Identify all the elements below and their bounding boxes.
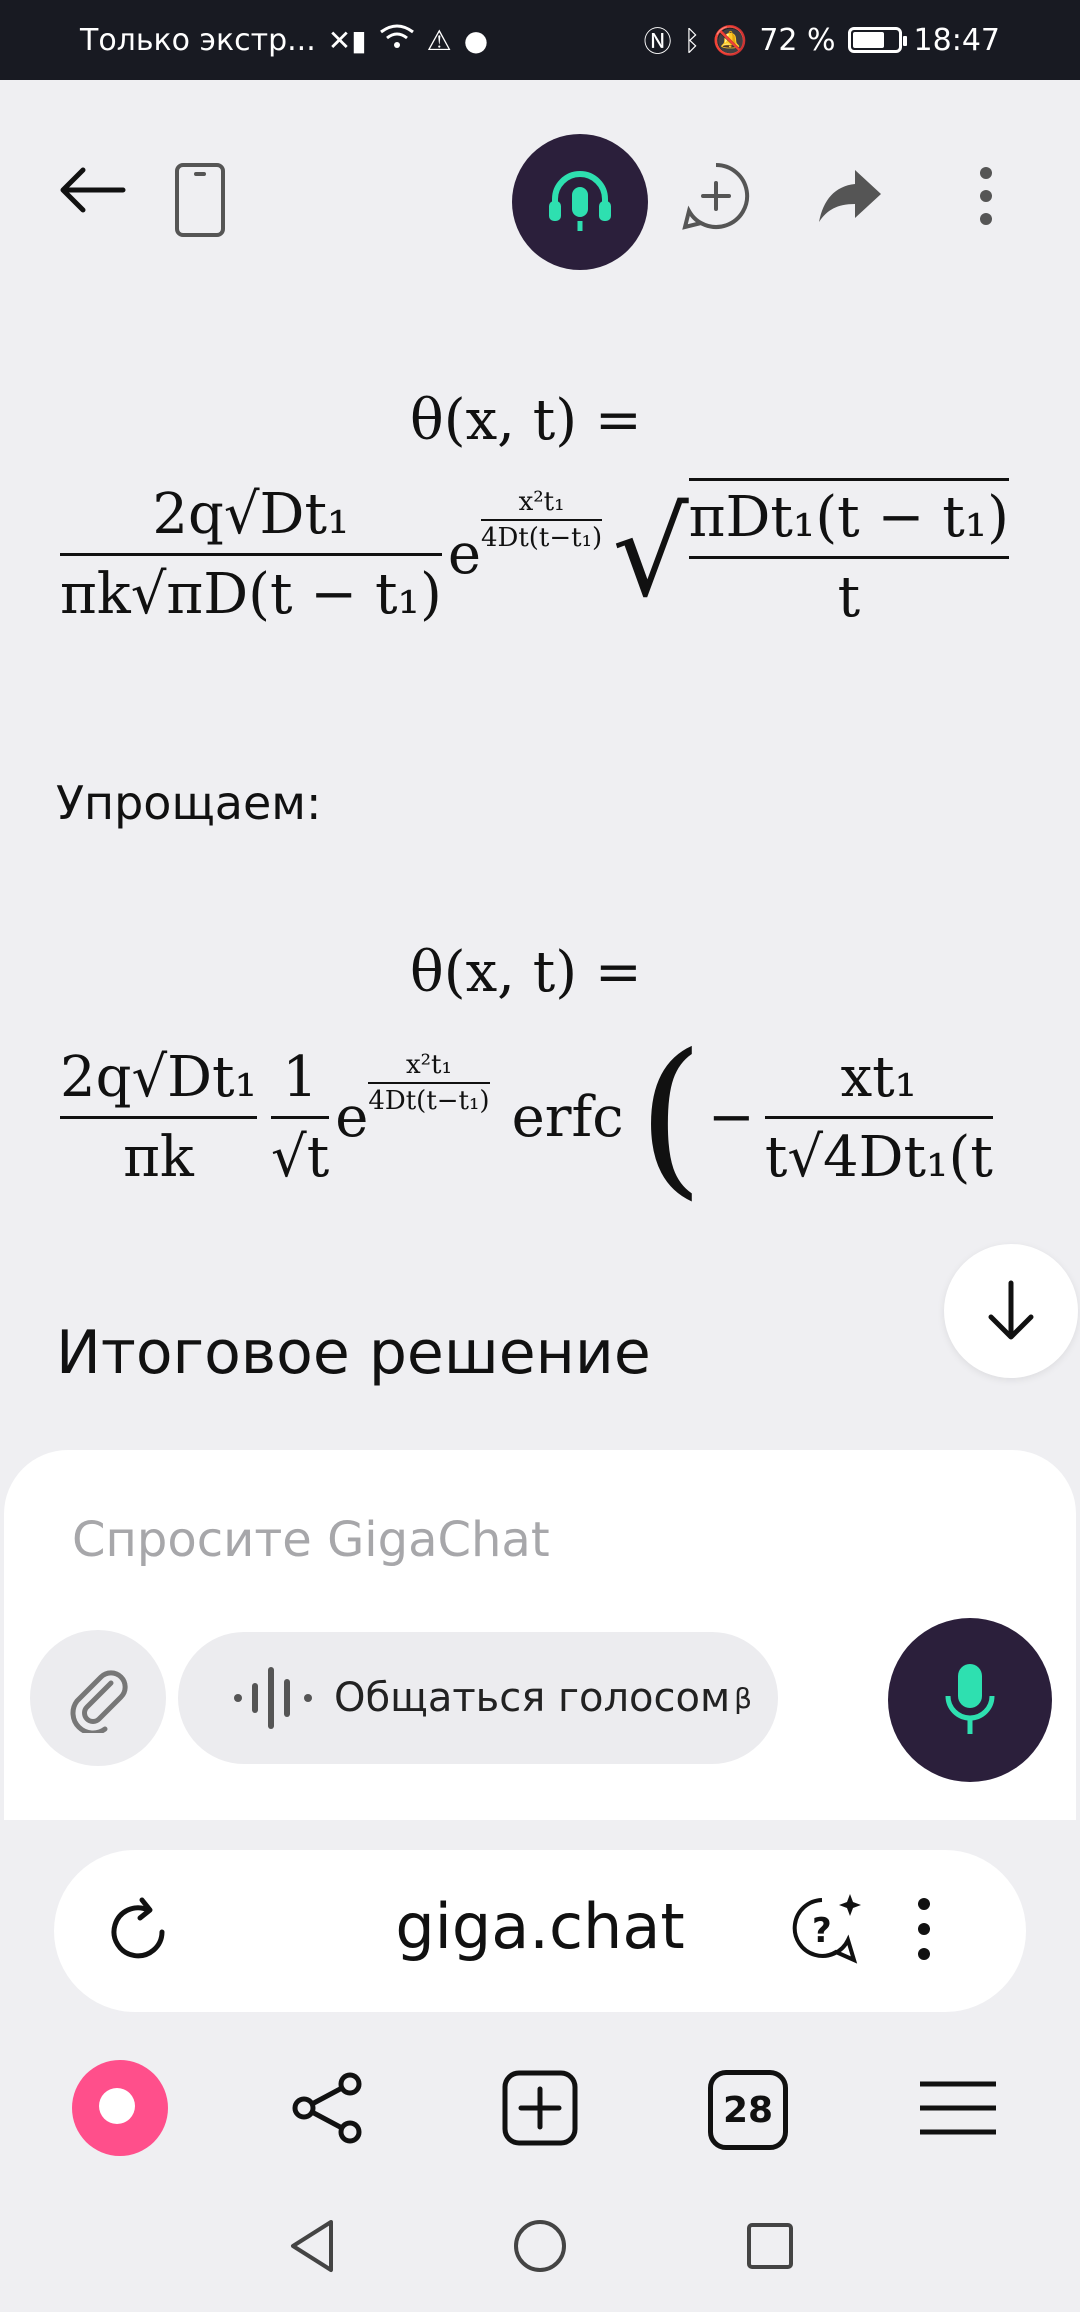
eq1-exponent-numerator: x²t₁: [518, 487, 565, 517]
eq2-denominator-2: √t: [271, 1124, 330, 1190]
new-chat-icon: [682, 162, 750, 230]
final-solution-heading: Итоговое решение: [56, 1318, 651, 1388]
eq2-numerator-3: xt₁: [840, 1044, 918, 1110]
mute-icon: 🔕: [712, 23, 748, 57]
nfc-icon: Ⓝ: [643, 25, 672, 58]
simplify-label: Упрощаем:: [56, 776, 322, 830]
status-bar: Только экстр... ✕▮ ⚠ ● Ⓝ ᛒ 🔕 72 % 18:47: [0, 0, 1080, 80]
system-navigation-bar: [0, 2180, 1080, 2312]
share-nodes-icon: [292, 2072, 362, 2144]
beta-badge: β: [734, 1681, 753, 1715]
eq2-fraction-2: 1 √t: [271, 1044, 330, 1190]
eq1-sqrt-fraction: πDt₁(t − t₁) t: [688, 478, 1009, 630]
ai-help-button[interactable]: ?: [788, 1890, 866, 1968]
device-button[interactable]: [170, 160, 230, 240]
square-recents-icon: [747, 2223, 793, 2269]
eq2-numerator-1: 2q√Dt₁: [60, 1044, 258, 1110]
eq2-exponent: x²t₁ 4Dt(t−t₁): [368, 1050, 490, 1116]
share-icon: [819, 170, 881, 222]
eq2-minus: −: [707, 1084, 755, 1150]
carrier-text: Только экстр...: [80, 22, 316, 58]
eq2-exponent-numerator: x²t₁: [405, 1050, 452, 1080]
hamburger-menu-icon: [920, 2081, 996, 2135]
alice-icon: [99, 2088, 135, 2124]
eq2-exponent-denominator: 4Dt(t−t₁): [368, 1086, 490, 1116]
headset-mic-icon: [549, 171, 611, 231]
equation-1-lhs: θ(x, t) =: [410, 388, 642, 453]
warning-icon: ⚠: [426, 23, 452, 57]
system-back-button[interactable]: [282, 2216, 342, 2276]
back-arrow-icon: [60, 167, 126, 213]
eq2-fraction-3: xt₁ t√4Dt₁(t: [764, 1044, 993, 1190]
signal-icon: ✕▮: [327, 23, 367, 57]
voice-chat-button[interactable]: Общаться голосом β: [178, 1632, 778, 1764]
paperclip-icon: [70, 1670, 128, 1733]
question-sparkle-icon: ?: [792, 1894, 861, 1964]
share-page-button[interactable]: [288, 2068, 368, 2148]
eq1-exponent-denominator: 4Dt(t−t₁): [480, 523, 603, 553]
chat-input[interactable]: Спросите GigaChat: [72, 1512, 550, 1568]
more-options-button[interactable]: [954, 160, 1018, 232]
system-home-button[interactable]: [510, 2216, 570, 2276]
chat-input-card: Спросите GigaChat Общаться голосом β: [4, 1450, 1076, 1820]
eq1-sqrt-numerator: πDt₁(t − t₁): [688, 485, 1009, 550]
eq1-exponential: e: [447, 521, 481, 587]
bluetooth-icon: ᛒ: [683, 23, 701, 57]
eq2-denominator-1: πk: [123, 1124, 194, 1190]
eq1-numerator-1: 2q√Dt₁: [152, 481, 350, 547]
alice-assistant-button[interactable]: [72, 2060, 168, 2156]
browser-address-bar: giga.chat ?: [54, 1850, 1026, 2012]
eq2-exponential: e: [335, 1084, 369, 1150]
eq2-fraction-1: 2q√Dt₁ πk: [60, 1044, 258, 1190]
plus-square-icon: [502, 2070, 578, 2146]
url-text[interactable]: giga.chat: [54, 1890, 1026, 1963]
back-button[interactable]: [52, 150, 132, 230]
clock: 18:47: [913, 22, 1000, 58]
waveform-icon: [234, 1667, 312, 1729]
eq1-fraction-1: 2q√Dt₁ πk√πD(t − t₁): [60, 482, 442, 627]
new-tab-button[interactable]: [500, 2068, 580, 2148]
equation-2-lhs: θ(x, t) =: [410, 940, 642, 1005]
voice-mode-button[interactable]: [512, 134, 648, 270]
more-vertical-icon: [980, 167, 992, 225]
device-icon: [175, 163, 225, 237]
voice-chat-label: Общаться голосом: [334, 1675, 731, 1721]
eq1-sqrt-sign: √: [612, 484, 689, 624]
arrow-down-icon: [988, 1280, 1034, 1340]
eq2-erfc: erfc: [511, 1084, 624, 1150]
battery-fill: [852, 32, 885, 48]
svg-text:?: ?: [812, 1911, 832, 1951]
wifi-icon: [379, 23, 415, 58]
browser-bottom-nav: 28: [0, 2040, 1080, 2180]
equation-2-rhs: 2q√Dt₁ πk 1 √t e x²t₁ 4Dt(t−t₁) erfc ( −…: [60, 1032, 993, 1202]
circle-home-icon: [514, 2220, 566, 2272]
eq1-sqrt-denominator: t: [837, 565, 861, 630]
new-chat-button[interactable]: [680, 160, 752, 232]
eq2-left-paren: (: [637, 1018, 704, 1216]
scroll-down-button[interactable]: [944, 1244, 1078, 1378]
microphone-button[interactable]: [888, 1618, 1052, 1782]
battery-icon: [847, 27, 907, 53]
microphone-icon: [945, 1664, 995, 1734]
eq2-denominator-3: t√4Dt₁(t: [764, 1124, 993, 1190]
battery-percent: 72 %: [759, 22, 836, 58]
triangle-back-icon: [291, 2220, 333, 2272]
browser-menu-button[interactable]: [914, 1896, 954, 1966]
system-recents-button[interactable]: [740, 2216, 800, 2276]
eq1-denominator-1: πk√πD(t − t₁): [60, 561, 442, 627]
equation-1-rhs: 2q√Dt₁ πk√πD(t − t₁) e x²t₁ 4Dt(t−t₁) √ …: [60, 478, 1009, 630]
more-vertical-icon: [918, 1898, 930, 1960]
share-button[interactable]: [814, 160, 886, 232]
eq2-numerator-2: 1: [282, 1044, 318, 1110]
message-icon: ●: [463, 23, 489, 57]
attach-button[interactable]: [30, 1630, 166, 1766]
tabs-counter-button[interactable]: 28: [708, 2070, 788, 2150]
eq1-exponent: x²t₁ 4Dt(t−t₁): [480, 487, 603, 553]
browser-main-menu-button[interactable]: [916, 2068, 1000, 2148]
